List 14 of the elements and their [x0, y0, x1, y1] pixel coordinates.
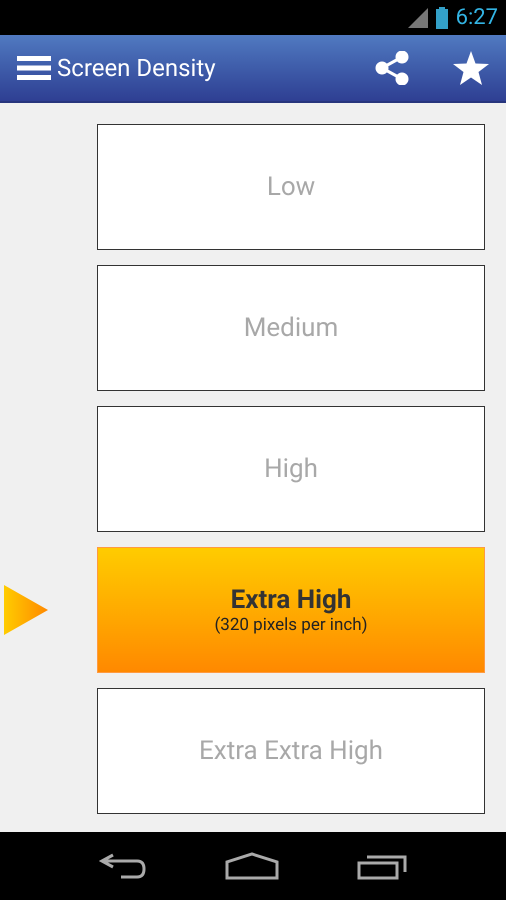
menu-icon[interactable] [17, 56, 51, 80]
home-icon[interactable] [225, 852, 279, 880]
density-option[interactable]: Medium [97, 265, 485, 391]
back-icon[interactable] [99, 853, 147, 879]
battery-icon [436, 6, 448, 28]
star-icon[interactable] [453, 51, 489, 85]
share-icon[interactable] [375, 51, 409, 85]
density-option[interactable]: High [97, 406, 485, 532]
signal-icon [408, 8, 428, 28]
density-option[interactable]: Extra Extra High [97, 688, 485, 814]
density-option[interactable]: Extra High (320 pixels per inch) [97, 547, 485, 673]
density-option[interactable]: Low [97, 124, 485, 250]
app-title: Screen Density [57, 53, 216, 84]
status-time: 6:27 [456, 4, 498, 32]
